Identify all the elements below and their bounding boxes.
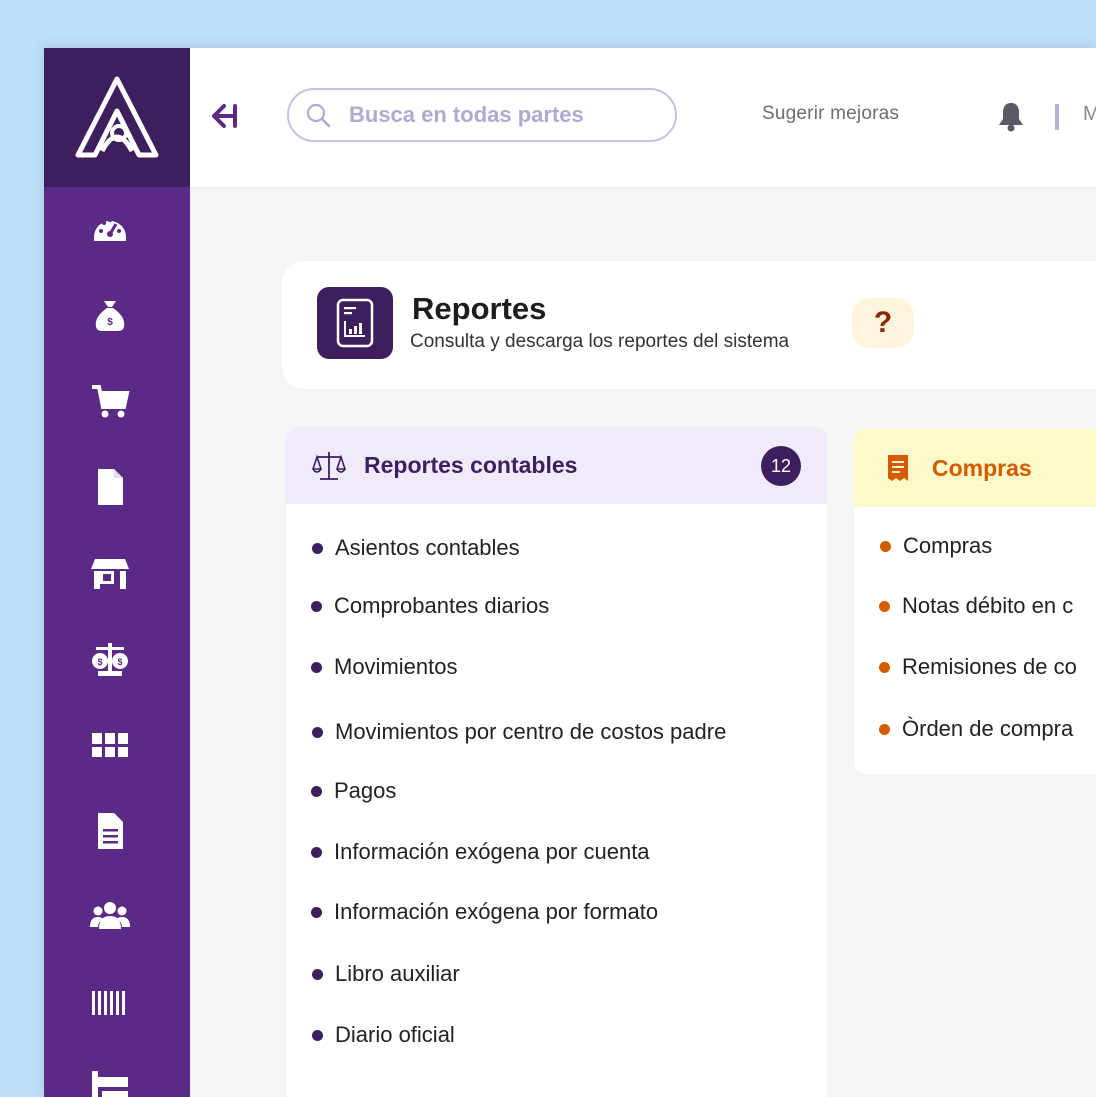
bullet-icon — [312, 1029, 323, 1041]
report-item-label: Movimientos — [334, 654, 458, 679]
sidebar-item-dashboard[interactable] — [87, 208, 133, 250]
svg-text:$: $ — [107, 317, 113, 328]
report-item[interactable]: Información exógena por formato — [311, 899, 658, 925]
notifications-bell-icon[interactable] — [996, 100, 1026, 132]
bullet-icon — [311, 600, 322, 612]
report-item-label: Remisiones de co — [902, 654, 1077, 679]
money-bag-icon: $ — [95, 301, 125, 331]
logo-icon — [75, 76, 159, 157]
bullet-icon — [311, 846, 322, 858]
report-item-label: Libro auxiliar — [335, 961, 460, 986]
bullet-icon — [312, 542, 323, 554]
report-item[interactable]: Movimientos — [311, 654, 457, 680]
bullet-icon — [879, 661, 890, 673]
app-window: $ $ $ Busca en todas partes Sugerir mejo… — [44, 48, 1096, 1097]
report-item[interactable]: Información exógena por cuenta — [311, 839, 650, 865]
report-item[interactable]: Diario oficial — [312, 1022, 455, 1048]
sidebar-item-finance[interactable]: $ — [87, 294, 133, 336]
page-header-card: Reportes Consulta y descarga los reporte… — [282, 261, 1096, 389]
reportes-contables-header[interactable]: Reportes contables 12 — [286, 427, 827, 504]
sidebar-item-invoices[interactable] — [87, 810, 133, 852]
balance-scale-icon: $ $ — [92, 643, 128, 676]
sidebar-item-accounting[interactable]: $ $ — [87, 638, 133, 680]
bullet-icon — [880, 540, 891, 552]
report-chart-icon — [336, 298, 374, 348]
top-bar: Sugerir mejoras M — [190, 48, 1096, 189]
app-logo[interactable] — [44, 48, 190, 187]
report-item-label: Información exógena por formato — [334, 899, 659, 924]
reports-header-icon — [317, 287, 393, 359]
file-icon — [98, 469, 123, 505]
sidebar-item-products[interactable] — [87, 982, 133, 1024]
report-item-label: Notas débito en c — [902, 593, 1074, 618]
warehouse-icon — [92, 1071, 128, 1097]
sidebar-item-documents[interactable] — [87, 466, 133, 508]
topbar-divider — [1055, 104, 1059, 130]
svg-text:$: $ — [117, 657, 122, 667]
dashboard-icon — [94, 218, 126, 241]
card-title: Reportes contables — [364, 452, 578, 478]
sidebar-item-users[interactable] — [87, 896, 133, 938]
barcode-icon — [92, 991, 125, 1015]
bullet-icon — [311, 906, 322, 918]
report-count-badge: 12 — [761, 446, 801, 486]
sidebar-item-inventory[interactable] — [87, 724, 133, 766]
report-item[interactable]: Remisiones de co — [879, 654, 1077, 680]
page-title: Reportes — [412, 291, 547, 326]
sidebar-item-warehouse[interactable] — [87, 1064, 133, 1097]
page-subtitle: Consulta y descarga los reportes del sis… — [410, 331, 790, 352]
report-item-label: Compras — [903, 533, 993, 558]
balance-scale-icon — [312, 451, 346, 480]
document-lines-icon — [98, 813, 123, 849]
store-icon — [91, 559, 129, 589]
card-title: Compras — [932, 454, 1032, 481]
search-box[interactable] — [287, 88, 677, 142]
sidebar-item-store[interactable] — [87, 552, 133, 594]
bullet-icon — [311, 785, 322, 797]
sidebar: $ $ $ — [44, 48, 190, 1097]
report-item[interactable]: Libro auxiliar — [312, 961, 460, 987]
report-item-label: Pagos — [334, 778, 397, 803]
report-item[interactable]: Compras — [880, 533, 992, 559]
report-item-label: Asientos contables — [335, 535, 520, 560]
help-button[interactable]: ? — [852, 298, 914, 348]
bullet-icon — [311, 661, 322, 673]
bullet-icon — [312, 726, 323, 738]
report-item-label: Información exógena por cuenta — [334, 839, 650, 864]
box-icon — [92, 733, 128, 757]
suggest-improvements-link[interactable]: Sugerir mejoras — [762, 103, 899, 125]
report-item[interactable]: Comprobantes diarios — [311, 593, 549, 619]
report-item[interactable]: Asientos contables — [312, 535, 520, 561]
bullet-icon — [879, 600, 890, 612]
report-item[interactable]: Notas débito en c — [879, 593, 1073, 619]
report-item-label: Diario oficial — [335, 1022, 455, 1047]
compras-card: Compras Compras Notas débito en c Remisi… — [854, 429, 1096, 774]
compras-header[interactable]: Compras — [854, 429, 1096, 507]
svg-text:$: $ — [97, 657, 102, 667]
shopping-cart-icon — [92, 385, 130, 418]
search-input[interactable] — [347, 101, 651, 129]
report-item-label: Òrden de compra — [902, 716, 1074, 741]
receipt-icon — [888, 455, 908, 481]
sidebar-item-sales[interactable] — [87, 380, 133, 422]
collapse-sidebar-icon[interactable] — [210, 102, 240, 130]
bullet-icon — [312, 968, 323, 980]
users-icon — [90, 902, 130, 929]
reportes-contables-card: Reportes contables 12 Asientos contables… — [286, 427, 827, 1097]
report-item[interactable]: Movimientos por centro de costos padre — [312, 719, 726, 745]
user-menu[interactable]: M — [1083, 103, 1096, 126]
report-item-label: Movimientos por centro de costos padre — [335, 719, 727, 744]
report-item[interactable]: Pagos — [311, 778, 396, 804]
bullet-icon — [879, 723, 890, 735]
report-item-label: Comprobantes diarios — [334, 593, 550, 618]
search-icon — [306, 103, 331, 128]
report-item[interactable]: Òrden de compra — [879, 716, 1073, 742]
